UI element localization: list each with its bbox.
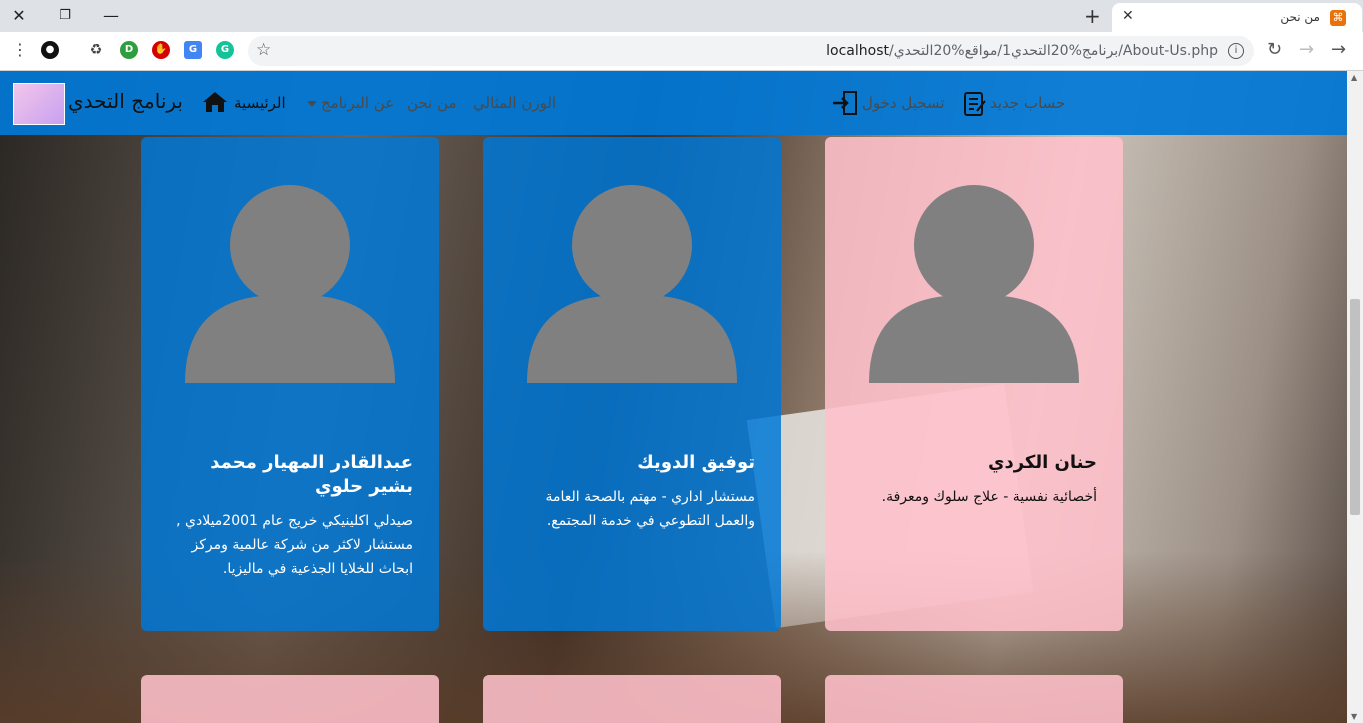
team-card-3: عبدالقادر المهيار محمد بشير حلوي صيدلي ا… [141,137,439,631]
team-member-name: حنان الكردي [987,452,1097,473]
chevron-down-icon [307,100,317,107]
nav-link-register[interactable]: حساب جديد [990,94,1065,112]
scroll-up-icon[interactable]: ▲ [1351,73,1357,82]
page-content: عبدالقادر المهيار محمد بشير حلوي صيدلي ا… [0,71,1347,723]
extension-green-icon[interactable]: D [120,41,138,59]
reload-icon[interactable]: ↻ [1267,39,1282,60]
team-member-name: توفيق الدويك [637,452,755,473]
team-card-2: توفيق الدويك مستشار اداري - مهتم بالصحة … [483,137,781,631]
team-member-description: مستشار اداري - مهتم بالصحة العامة والعمل… [545,489,755,529]
browser-tab-bar: ✕ ❐ — + ✕ من نحن ⌘ [0,0,1363,32]
nav-link-login[interactable]: تسجيل دخول [862,94,945,112]
address-bar[interactable]: ☆ localhost/برنامج%20التحدي1/مواقع%20الت… [248,36,1254,66]
team-card-6 [141,675,439,723]
site-navbar: برنامج التحدي الرئيسية عن البرنامج من نح… [0,71,1347,135]
avatar-icon [527,185,737,383]
bookmark-star-icon[interactable]: ☆ [256,40,271,60]
tab-close-icon[interactable]: ✕ [1122,8,1134,24]
nav-dropdown-label: عن البرنامج [321,94,395,112]
team-card-1: حنان الكردي أخصائية نفسية - علاج سلوك وم… [825,137,1123,631]
team-card-4 [825,675,1123,723]
restore-window-icon[interactable]: ❐ [50,4,80,26]
site-brand[interactable]: برنامج التحدي [68,89,183,113]
nav-dropdown-about-program[interactable]: عن البرنامج [301,94,394,112]
team-card-5 [483,675,781,723]
adblock-extension-icon[interactable]: ✋ [152,41,170,59]
url-text: localhost/برنامج%20التحدي1/مواقع%20التحد… [826,43,1218,59]
minimize-window-icon[interactable]: — [96,4,126,26]
site-info-icon[interactable]: i [1228,43,1244,59]
nav-link-home[interactable]: الرئيسية [234,94,286,112]
nav-link-ideal-weight[interactable]: الوزن المثالي [473,94,556,112]
login-icon[interactable] [832,91,858,115]
browser-tab[interactable]: ✕ من نحن ⌘ [1112,3,1362,32]
register-icon[interactable] [963,91,987,117]
browser-toolbar: ⋮ ● ♻ D ✋ G G ☆ localhost/برنامج%20التحد… [0,32,1363,71]
browser-menu-icon[interactable]: ⋮ [12,40,28,59]
avatar-icon [185,185,395,383]
close-window-icon[interactable]: ✕ [4,4,34,26]
page-scrollbar[interactable]: ▲ ▼ [1347,71,1363,723]
scrollbar-thumb[interactable] [1350,299,1360,515]
url-path: /برنامج%20التحدي1/مواقع%20التحدي/About-U… [889,43,1218,59]
tab-favicon-icon: ⌘ [1330,10,1346,26]
nav-link-about-us[interactable]: من نحن [407,94,457,112]
site-logo[interactable] [13,83,65,125]
forward-icon[interactable]: → [1299,39,1314,60]
back-icon[interactable]: → [1331,39,1346,60]
scroll-down-icon[interactable]: ▼ [1351,712,1357,721]
tab-title: من نحن [1280,10,1320,24]
grammarly-icon[interactable]: G [216,41,234,59]
team-member-description: أخصائية نفسية - علاج سلوك ومعرفة. [881,489,1097,505]
team-member-description: صيدلي اكلينيكي خريج عام 2001ميلادي , مست… [176,513,413,577]
recycle-extension-icon[interactable]: ♻ [87,41,105,59]
extension-1-icon[interactable]: ● [41,41,59,59]
team-member-name: عبدالقادر المهيار محمد بشير حلوي [210,452,413,497]
new-tab-button[interactable]: + [1084,4,1101,28]
home-icon[interactable] [202,91,228,113]
avatar-icon [869,185,1079,383]
url-host: localhost [826,43,889,59]
google-translate-icon[interactable]: G [184,41,202,59]
